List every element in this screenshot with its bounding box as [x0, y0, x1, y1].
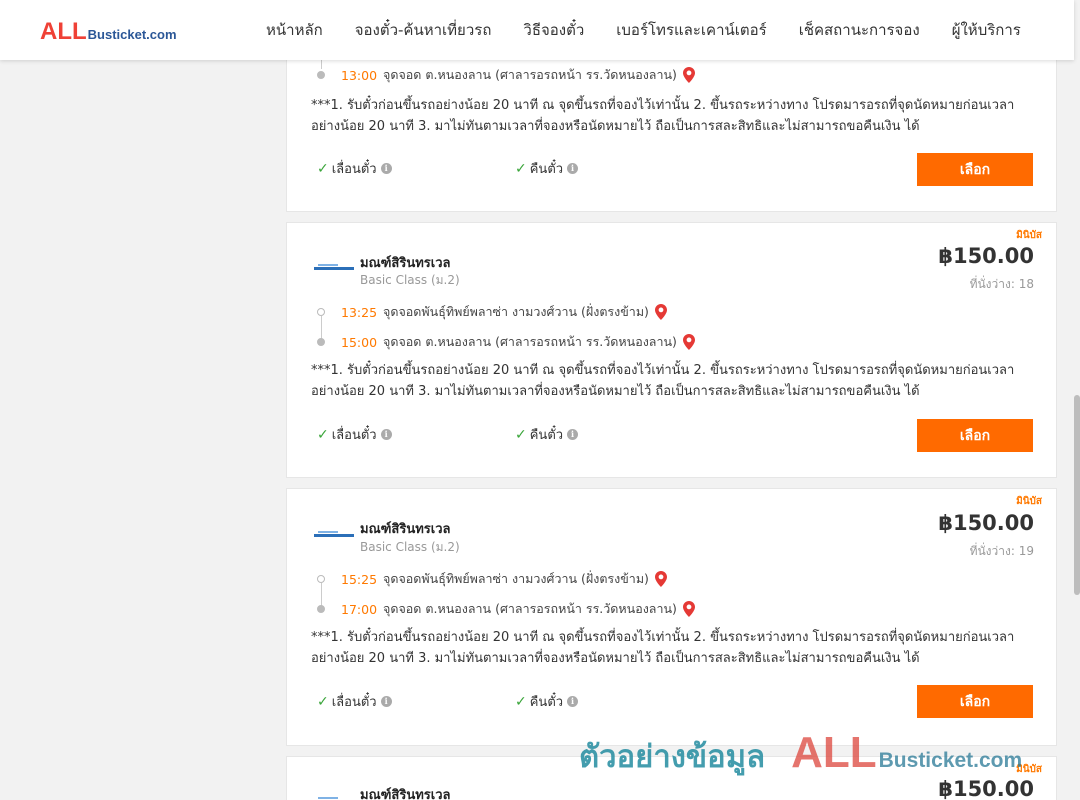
departure-stop: 13:25 จุดจอดพันธุ์ทิพย์พลาซ่า งามวงศ์วาน…	[317, 303, 667, 321]
check-icon: ✓	[515, 160, 527, 177]
select-button[interactable]: เลือก	[917, 153, 1033, 186]
nav-how-to-book[interactable]: วิธีจองตั๋ว	[507, 18, 600, 42]
info-icon[interactable]: i	[567, 163, 579, 174]
arrival-stop: 13:00 จุดจอด ต.หนองลาน (ศาลารอรถหน้า รร.…	[317, 66, 695, 84]
feature-label: เลื่อนตั๋ว	[331, 428, 377, 443]
operator-logo	[314, 264, 354, 272]
departure-place: จุดจอดพันธุ์ทิพย์พลาซ่า งามวงศ์วาน (ฝั่ง…	[383, 304, 649, 319]
operator-name: มณฑ์สิรินทรเวล	[360, 522, 451, 537]
feature-label: เลื่อนตั๋ว	[331, 162, 377, 177]
trip-card: มินิบัส มณฑ์สิรินทรเวล Basic Class (ม.2)…	[286, 222, 1057, 478]
map-pin-icon[interactable]	[654, 304, 667, 320]
nav-book-search[interactable]: จองตั๋ว-ค้นหาเที่ยวรถ	[339, 18, 508, 42]
info-icon[interactable]: i	[567, 696, 579, 707]
map-pin-icon[interactable]	[654, 571, 667, 587]
nav-check-booking[interactable]: เช็คสถานะการจอง	[783, 18, 936, 42]
feature-label: คืนตั๋ว	[529, 428, 564, 443]
minibus-badge: มินิบัส	[1016, 496, 1042, 507]
scrollbar-thumb[interactable]	[1074, 395, 1080, 595]
arrival-stop: 15:00 จุดจอด ต.หนองลาน (ศาลารอรถหน้า รร.…	[317, 333, 695, 351]
trip-note: ***1. รับตั๋วก่อนขึ้นรถอย่างน้อย 20 นาที…	[311, 630, 1015, 666]
minibus-badge: มินิบัส	[1016, 764, 1042, 775]
ticket-price: ฿150.00	[938, 511, 1034, 535]
nav-phone-counter[interactable]: เบอร์โทรและเคาน์เตอร์	[600, 18, 782, 42]
departure-stop: 15:25 จุดจอดพันธุ์ทิพย์พลาซ่า งามวงศ์วาน…	[317, 570, 667, 588]
stop-dot-icon	[317, 308, 325, 316]
select-button[interactable]: เลือก	[917, 419, 1033, 452]
departure-time: 15:25	[341, 571, 378, 587]
stop-dot-icon	[317, 338, 325, 346]
top-header: ALL Busticket.com หน้าหลัก จองตั๋ว-ค้นหา…	[0, 0, 1074, 60]
logo-busticket-text: Busticket.com	[87, 27, 177, 42]
arrival-place: จุดจอด ต.หนองลาน (ศาลารอรถหน้า รร.วัดหนอ…	[383, 334, 677, 349]
check-icon: ✓	[317, 160, 329, 177]
site-logo[interactable]: ALL Busticket.com	[40, 18, 177, 46]
ticket-price: ฿150.00	[938, 777, 1034, 800]
arrival-place: จุดจอด ต.หนองลาน (ศาลารอรถหน้า รร.วัดหนอ…	[383, 601, 677, 616]
departure-time: 13:25	[341, 304, 378, 320]
feature-change-ticket: ✓ เลื่อนตั๋ว i	[317, 158, 392, 179]
feature-label: เลื่อนตั๋ว	[331, 695, 377, 710]
nav-home[interactable]: หน้าหลัก	[250, 18, 339, 42]
trip-note: ***1. รับตั๋วก่อนขึ้นรถอย่างน้อย 20 นาที…	[311, 363, 1015, 399]
operator-name: มณฑ์สิรินทรเวล	[360, 788, 451, 800]
arrival-time: 15:00	[341, 334, 378, 350]
ticket-price: ฿150.00	[938, 244, 1034, 268]
bus-class: Basic Class (ม.2)	[360, 540, 460, 554]
departure-place: จุดจอดพันธุ์ทิพย์พลาซ่า งามวงศ์วาน (ฝั่ง…	[383, 571, 649, 586]
map-pin-icon[interactable]	[682, 67, 695, 83]
minibus-badge: มินิบัส	[1016, 230, 1042, 241]
trip-note: ***1. รับตั๋วก่อนขึ้นรถอย่างน้อย 20 นาที…	[311, 98, 1015, 134]
select-button[interactable]: เลือก	[917, 685, 1033, 718]
trip-card: มินิบัส มณฑ์สิรินทรเวล Basic Class (ม.2)…	[286, 488, 1057, 746]
arrival-place: จุดจอด ต.หนองลาน (ศาลารอรถหน้า รร.วัดหนอ…	[383, 67, 677, 82]
page-scrollbar[interactable]	[1074, 0, 1080, 800]
seats-available: ที่นั่งว่าง: 19	[969, 544, 1034, 558]
feature-refund-ticket: ✓ คืนตั๋ว i	[515, 424, 579, 445]
operator-logo	[314, 531, 354, 539]
info-icon[interactable]: i	[380, 163, 392, 174]
feature-label: คืนตั๋ว	[529, 162, 564, 177]
arrival-stop: 17:00 จุดจอด ต.หนองลาน (ศาลารอรถหน้า รร.…	[317, 600, 695, 618]
check-icon: ✓	[515, 693, 527, 710]
feature-change-ticket: ✓ เลื่อนตั๋ว i	[317, 424, 392, 445]
feature-change-ticket: ✓ เลื่อนตั๋ว i	[317, 691, 392, 712]
nav-operators[interactable]: ผู้ให้บริการ	[936, 18, 1037, 42]
stop-dot-icon	[317, 575, 325, 583]
trip-card: 13:00 จุดจอด ต.หนองลาน (ศาลารอรถหน้า รร.…	[286, 40, 1057, 212]
info-icon[interactable]: i	[380, 429, 392, 440]
info-icon[interactable]: i	[380, 696, 392, 707]
check-icon: ✓	[515, 426, 527, 443]
feature-refund-ticket: ✓ คืนตั๋ว i	[515, 691, 579, 712]
operator-name: มณฑ์สิรินทรเวล	[360, 256, 451, 271]
map-pin-icon[interactable]	[682, 601, 695, 617]
check-icon: ✓	[317, 426, 329, 443]
seats-available: ที่นั่งว่าง: 18	[969, 277, 1034, 291]
trip-card: มินิบัส มณฑ์สิรินทรเวล ฿150.00	[286, 756, 1057, 800]
main-nav: หน้าหลัก จองตั๋ว-ค้นหาเที่ยวรถ วิธีจองตั…	[250, 0, 1037, 60]
logo-all-text: ALL	[40, 18, 87, 45]
feature-refund-ticket: ✓ คืนตั๋ว i	[515, 158, 579, 179]
bus-class: Basic Class (ม.2)	[360, 273, 460, 287]
info-icon[interactable]: i	[567, 429, 579, 440]
arrival-time: 17:00	[341, 601, 378, 617]
arrival-time: 13:00	[341, 67, 378, 83]
feature-label: คืนตั๋ว	[529, 695, 564, 710]
check-icon: ✓	[317, 693, 329, 710]
map-pin-icon[interactable]	[682, 334, 695, 350]
stop-dot-icon	[317, 605, 325, 613]
stop-dot-icon	[317, 71, 325, 79]
